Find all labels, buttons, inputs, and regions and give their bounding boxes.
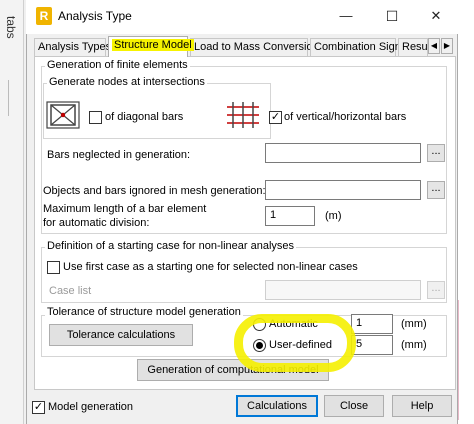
model-generation-label: Model generation <box>48 401 134 413</box>
grid-bars-icon <box>225 101 261 129</box>
use-first-case-label: Use first case as a starting one for sel… <box>63 261 358 273</box>
nodes-group-title: Generate nodes at intersections <box>47 76 207 88</box>
user-defined-unit: (mm) <box>401 339 427 351</box>
tab-load-to-mass-conversion[interactable]: Load to Mass Conversion <box>190 38 319 56</box>
tab-scroll-right-icon[interactable]: ▶ <box>441 38 453 54</box>
automatic-tolerance-field[interactable]: 1 <box>351 314 393 334</box>
tolerance-group-title: Tolerance of structure model generation <box>45 306 243 318</box>
tab-structure-model-label: Structure Model <box>112 39 194 51</box>
max-length-label-line1: Maximum length of a bar element <box>43 203 207 215</box>
bars-neglected-browse-button[interactable]: ... <box>427 144 445 162</box>
robot-app-icon: R <box>36 7 52 25</box>
minimize-button[interactable]: — <box>324 2 368 30</box>
nonlinear-group-title: Definition of a starting case for non-li… <box>45 240 297 252</box>
bars-neglected-label: Bars neglected in generation: <box>47 149 191 161</box>
diagonal-bars-icon <box>45 101 81 129</box>
background-canvas-edge <box>458 0 474 424</box>
diagonal-bars-checkbox[interactable] <box>89 111 102 124</box>
max-length-label-line2: for automatic division: <box>43 217 150 229</box>
side-panel-strip <box>0 0 24 424</box>
window-title: Analysis Type <box>58 9 132 23</box>
tolerance-calculations-button[interactable]: Tolerance calculations <box>49 324 193 346</box>
case-list-label: Case list <box>49 285 92 297</box>
tab-bar: Analysis Types Structure Model Load to M… <box>30 36 454 57</box>
calculations-button[interactable]: Calculations <box>236 395 318 417</box>
automatic-unit: (mm) <box>401 318 427 330</box>
tab-scroll-left-icon[interactable]: ◀ <box>428 38 440 54</box>
user-defined-tolerance-field[interactable]: 5 <box>351 335 393 355</box>
vertical-horizontal-bars-label: of vertical/horizontal bars <box>284 111 407 123</box>
highlight-annotation <box>234 314 356 372</box>
case-list-field[interactable] <box>265 280 421 300</box>
side-tabs-label[interactable]: tabs <box>2 16 22 56</box>
use-first-case-checkbox[interactable] <box>47 261 60 274</box>
diagonal-bars-label: of diagonal bars <box>105 111 184 123</box>
bars-neglected-field[interactable] <box>265 143 421 163</box>
side-divider <box>8 80 16 116</box>
side-tabs-text: tabs <box>4 16 18 39</box>
tab-combination-sign[interactable]: Combination Sign <box>310 38 401 56</box>
max-length-field[interactable]: 1 <box>265 206 315 226</box>
generation-group-title: Generation of finite elements <box>45 59 190 71</box>
objects-ignored-browse-button[interactable]: ... <box>427 181 445 199</box>
maximize-button[interactable]: ☐ <box>370 2 414 30</box>
close-window-button[interactable]: ✕ <box>414 2 458 30</box>
close-button[interactable]: Close <box>324 395 384 417</box>
tab-analysis-types[interactable]: Analysis Types <box>34 38 111 56</box>
objects-ignored-field[interactable] <box>265 180 421 200</box>
tab-result[interactable]: Result <box>398 38 428 56</box>
objects-ignored-label: Objects and bars ignored in mesh generat… <box>43 185 266 197</box>
model-generation-checkbox[interactable]: ✓ <box>32 401 45 414</box>
tab-structure-model[interactable]: Structure Model <box>108 36 194 57</box>
case-list-browse-button[interactable]: ... <box>427 281 445 299</box>
max-length-unit: (m) <box>325 210 342 222</box>
vertical-horizontal-bars-checkbox[interactable]: ✓ <box>269 111 282 124</box>
help-button[interactable]: Help <box>392 395 452 417</box>
